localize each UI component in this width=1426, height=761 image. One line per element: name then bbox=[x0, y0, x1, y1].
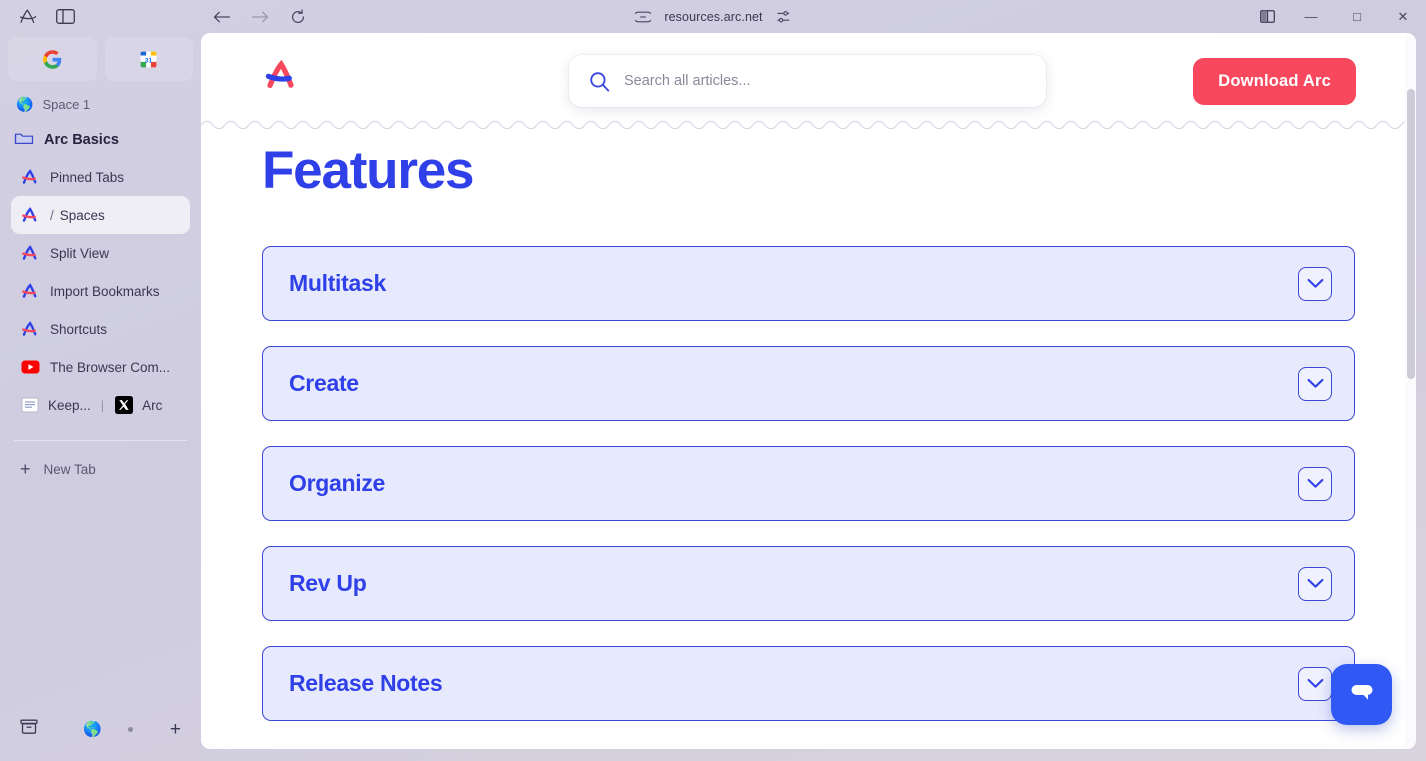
sidebar-toggle-icon[interactable] bbox=[52, 6, 78, 28]
close-button[interactable]: ✕ bbox=[1380, 0, 1426, 33]
sidebar-item-shortcuts[interactable]: Shortcuts bbox=[11, 310, 190, 348]
chevron-down-icon[interactable] bbox=[1298, 567, 1332, 601]
folder-label: Arc Basics bbox=[44, 132, 119, 148]
sidebar-item-pinned-tabs[interactable]: Pinned Tabs bbox=[11, 158, 190, 196]
add-space-plus-icon[interactable]: + bbox=[170, 720, 181, 739]
youtube-icon bbox=[20, 357, 40, 377]
accordion-item-organize[interactable]: Organize bbox=[262, 446, 1355, 521]
scrollbar-thumb[interactable] bbox=[1407, 89, 1415, 379]
tune-settings-icon[interactable] bbox=[776, 10, 791, 24]
sidebar-item-split-view[interactable]: Split View bbox=[11, 234, 190, 272]
arc-favicon bbox=[20, 167, 40, 187]
archive-box-icon[interactable] bbox=[20, 718, 38, 740]
google-calendar-tile[interactable]: 31 bbox=[105, 37, 194, 81]
download-arc-button[interactable]: Download Arc bbox=[1193, 58, 1356, 105]
sidebar-item-label: Keep... bbox=[48, 398, 91, 413]
site-header: Download Arc bbox=[201, 33, 1416, 116]
features-accordion: Multitask Create Organize bbox=[262, 246, 1355, 721]
reload-icon[interactable] bbox=[287, 6, 309, 28]
pinned-tab-tiles: 31 bbox=[0, 33, 201, 81]
accordion-label: Release Notes bbox=[289, 670, 442, 697]
accordion-label: Organize bbox=[289, 470, 385, 497]
sidebar-item-label: The Browser Com... bbox=[50, 360, 170, 375]
sidebar-spacer bbox=[0, 487, 201, 705]
sidebar-divider bbox=[14, 440, 187, 441]
navigation-buttons bbox=[211, 6, 309, 28]
arc-favicon bbox=[20, 205, 40, 225]
accordion-label: Create bbox=[289, 370, 359, 397]
sidebar-item-label: Split View bbox=[50, 246, 109, 261]
chevron-down-icon[interactable] bbox=[1298, 467, 1332, 501]
wavy-divider bbox=[201, 116, 1416, 129]
path-slash: / bbox=[50, 208, 54, 223]
sidebar-item-label: Import Bookmarks bbox=[50, 284, 160, 299]
window-titlebar: resources.arc.net — □ ✕ bbox=[0, 0, 1426, 33]
sidebar-item-spaces[interactable]: / Spaces bbox=[11, 196, 190, 234]
maximize-button[interactable]: □ bbox=[1334, 0, 1380, 33]
accordion-label: Rev Up bbox=[289, 570, 366, 597]
page-title: Features bbox=[262, 140, 1416, 201]
globe-icon[interactable]: 🌎 bbox=[83, 722, 102, 737]
split-panes-icon[interactable] bbox=[1246, 0, 1288, 33]
tab-divider: | bbox=[101, 398, 104, 413]
space-row[interactable]: 🌎 Space 1 bbox=[16, 93, 201, 115]
web-page-content: Download Arc Features Multitask Create bbox=[201, 33, 1416, 749]
chat-widget-button[interactable] bbox=[1331, 664, 1392, 725]
accordion-item-rev-up[interactable]: Rev Up bbox=[262, 546, 1355, 621]
sidebar-item-label: Spaces bbox=[60, 208, 105, 223]
google-tile[interactable] bbox=[8, 37, 97, 81]
forward-icon[interactable] bbox=[249, 6, 271, 28]
arc-logo-icon[interactable] bbox=[262, 56, 300, 94]
back-icon[interactable] bbox=[211, 6, 233, 28]
chevron-down-icon[interactable] bbox=[1298, 367, 1332, 401]
new-tab-label: New Tab bbox=[44, 462, 96, 477]
browser-window: resources.arc.net — □ ✕ bbox=[0, 0, 1426, 761]
plus-icon: + bbox=[20, 460, 31, 478]
chevron-down-icon[interactable] bbox=[1298, 667, 1332, 701]
minimize-button[interactable]: — bbox=[1288, 0, 1334, 33]
search-icon bbox=[589, 71, 610, 92]
accordion-label: Multitask bbox=[289, 270, 386, 297]
accordion-item-multitask[interactable]: Multitask bbox=[262, 246, 1355, 321]
chevron-down-icon[interactable] bbox=[1298, 267, 1332, 301]
search-input[interactable] bbox=[624, 73, 1026, 89]
chrome-left-controls bbox=[0, 6, 196, 28]
accordion-item-release-notes[interactable]: Release Notes bbox=[262, 646, 1355, 721]
sidebar-extra-tab-label: Arc bbox=[142, 398, 162, 413]
sidebar-item-label: Shortcuts bbox=[50, 322, 107, 337]
folder-arc-basics[interactable]: Arc Basics bbox=[14, 128, 201, 152]
new-tab-button[interactable]: + New Tab bbox=[11, 451, 190, 487]
arc-favicon bbox=[20, 281, 40, 301]
sidebar-nav-list: Pinned Tabs / Spaces bbox=[0, 158, 201, 424]
sidebar-item-keep-and-arc[interactable]: Keep... | Arc bbox=[11, 386, 190, 424]
page-scrollbar[interactable] bbox=[1405, 33, 1416, 749]
page-indicator-dot[interactable] bbox=[128, 727, 133, 732]
x-twitter-icon bbox=[114, 395, 134, 415]
arc-favicon bbox=[20, 243, 40, 263]
sidebar-item-browser-company[interactable]: The Browser Com... bbox=[11, 348, 190, 386]
window-bottom-edge bbox=[0, 749, 1426, 761]
sidebar: 31 🌎 Space 1 Arc Basics bbox=[0, 33, 201, 761]
globe-icon: 🌎 bbox=[16, 97, 33, 111]
keep-note-icon bbox=[20, 395, 40, 415]
svg-text:31: 31 bbox=[145, 57, 153, 64]
arc-favicon bbox=[20, 319, 40, 339]
folder-icon bbox=[14, 130, 34, 151]
sidebar-item-import-bookmarks[interactable]: Import Bookmarks bbox=[11, 272, 190, 310]
arc-app-icon[interactable] bbox=[14, 6, 40, 28]
accordion-item-create[interactable]: Create bbox=[262, 346, 1355, 421]
space-label: Space 1 bbox=[42, 97, 90, 112]
chat-bubble-icon bbox=[1347, 679, 1377, 710]
window-controls: — □ ✕ bbox=[1246, 0, 1426, 33]
sidebar-item-label: Pinned Tabs bbox=[50, 170, 124, 185]
minus-oval-icon bbox=[635, 11, 651, 23]
url-text[interactable]: resources.arc.net bbox=[664, 10, 762, 24]
search-bar[interactable] bbox=[569, 55, 1046, 107]
